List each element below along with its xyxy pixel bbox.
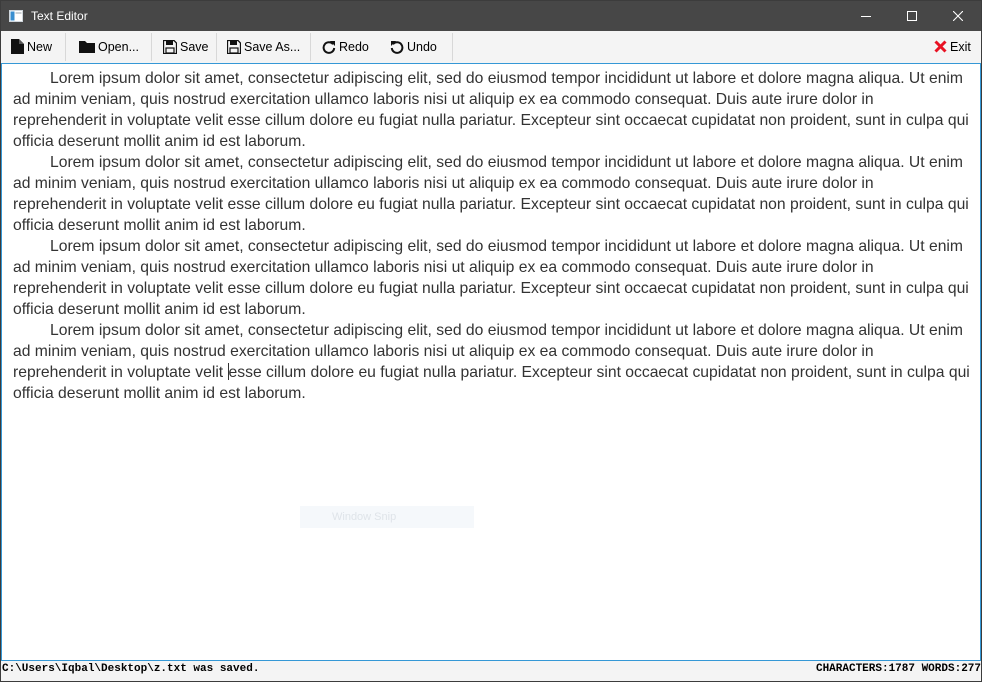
exit-icon	[934, 40, 947, 53]
folder-icon	[79, 41, 95, 53]
new-label: New	[27, 39, 53, 54]
exit-button[interactable]: Exit	[934, 31, 971, 62]
title-bar[interactable]: Text Editor	[1, 1, 981, 31]
open-button[interactable]: Open...	[79, 31, 139, 62]
redo-button[interactable]: Redo	[322, 31, 369, 62]
toolbar-divider	[452, 33, 453, 61]
redo-icon	[322, 40, 336, 54]
save-as-icon	[227, 39, 241, 54]
new-button[interactable]: New	[11, 31, 52, 62]
close-icon	[953, 11, 963, 21]
maximize-button[interactable]	[889, 1, 935, 31]
undo-icon	[390, 40, 404, 54]
close-button[interactable]	[935, 1, 981, 31]
undo-button[interactable]: Undo	[390, 31, 437, 62]
save-as-label: Save As...	[244, 39, 301, 54]
paragraph: Lorem ipsum dolor sit amet, consectetur …	[13, 238, 969, 318]
app-icon	[9, 9, 23, 22]
toolbar: New Open... Save Save As... Redo Undo Ex…	[1, 31, 981, 64]
save-icon	[163, 39, 177, 54]
file-icon	[11, 39, 24, 54]
maximize-icon	[907, 11, 917, 21]
minimize-icon	[861, 16, 871, 17]
save-label: Save	[180, 39, 209, 54]
paragraph: Lorem ipsum dolor sit amet, consectetur …	[13, 70, 969, 150]
undo-label: Undo	[407, 39, 437, 54]
toolbar-divider	[310, 33, 311, 61]
toolbar-divider	[216, 33, 217, 61]
minimize-button[interactable]	[843, 1, 889, 31]
save-as-button[interactable]: Save As...	[227, 31, 300, 62]
text-editor-window: Text Editor New Open... Save Save As... …	[0, 0, 982, 682]
toolbar-divider	[65, 33, 66, 61]
paragraph: Lorem ipsum dolor sit amet, consectetur …	[13, 154, 969, 234]
window-title: Text Editor	[31, 9, 88, 23]
toolbar-divider	[151, 33, 152, 61]
document-text[interactable]: Lorem ipsum dolor sit amet, consectetur …	[13, 68, 971, 404]
window-snip-overlay: Window Snip	[300, 506, 474, 528]
text-editor-area[interactable]: Lorem ipsum dolor sit amet, consectetur …	[1, 63, 981, 661]
exit-label: Exit	[950, 39, 971, 54]
status-bar: C:\Users\Iqbal\Desktop\z.txt was saved. …	[1, 661, 981, 681]
paragraph-with-caret: Lorem ipsum dolor sit amet, consectetur …	[13, 320, 971, 404]
save-button[interactable]: Save	[163, 31, 209, 62]
status-message: C:\Users\Iqbal\Desktop\z.txt was saved.	[2, 663, 260, 675]
character-word-count: CHARACTERS:1787 WORDS:277	[815, 663, 981, 675]
open-label: Open...	[98, 39, 139, 54]
redo-label: Redo	[339, 39, 369, 54]
